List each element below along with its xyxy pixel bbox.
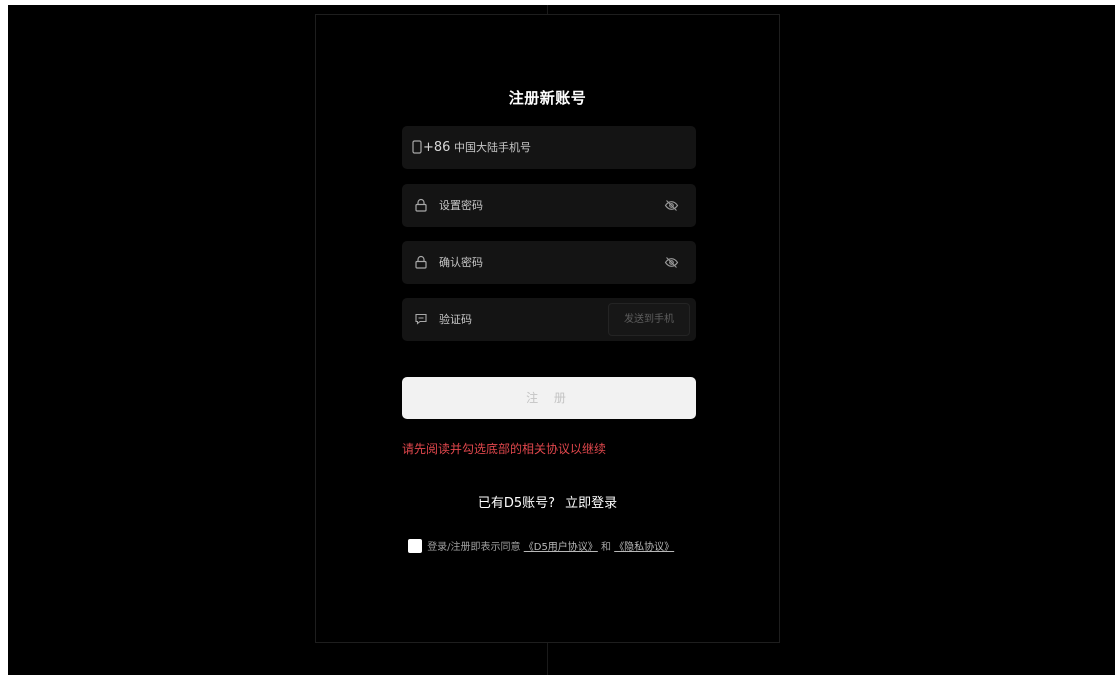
- user-agreement-link[interactable]: 《D5用户协议》: [524, 542, 598, 553]
- lock-icon: [414, 198, 428, 212]
- eye-off-icon[interactable]: [664, 255, 679, 270]
- eye-off-icon[interactable]: [664, 198, 679, 213]
- agreement-text: 登录/注册即表示同意: [427, 542, 521, 553]
- register-button[interactable]: 注 册: [402, 377, 696, 419]
- agreement-and: 和: [601, 542, 611, 553]
- password-placeholder: 设置密码: [439, 199, 483, 212]
- lock-icon: [414, 255, 428, 269]
- verification-code-placeholder: 验证码: [439, 313, 472, 326]
- login-prompt: 已有D5账号? 立即登录: [316, 492, 779, 511]
- page-title: 注册新账号: [508, 89, 587, 107]
- agreement-checkbox[interactable]: [408, 538, 422, 553]
- phone-icon: [412, 140, 422, 154]
- agreement-error-message: 请先阅读并勾选底部的相关协议以继续: [402, 442, 607, 456]
- login-link[interactable]: 立即登录: [565, 496, 617, 511]
- confirm-password-field[interactable]: 确认密码: [402, 241, 696, 284]
- register-panel: 注册新账号 +86 中国大陆手机号 设置密码 确认密码 验证码 发送到手机 注 …: [315, 14, 780, 643]
- password-field[interactable]: 设置密码: [402, 184, 696, 227]
- privacy-agreement-link[interactable]: 《隐私协议》: [614, 542, 674, 553]
- agreement-row: 登录/注册即表示同意 《D5用户协议》 和 《隐私协议》: [408, 538, 674, 554]
- phone-placeholder: 中国大陆手机号: [454, 141, 531, 154]
- phone-field[interactable]: +86 中国大陆手机号: [402, 126, 696, 169]
- send-code-button[interactable]: 发送到手机: [608, 303, 690, 336]
- country-code[interactable]: +86: [423, 126, 450, 169]
- message-icon: [414, 312, 428, 326]
- verification-code-field[interactable]: 验证码 发送到手机: [402, 298, 696, 341]
- login-question: 已有D5账号?: [477, 496, 556, 511]
- page-backdrop: 注册新账号 +86 中国大陆手机号 设置密码 确认密码 验证码 发送到手机 注 …: [8, 5, 1115, 675]
- confirm-password-placeholder: 确认密码: [439, 256, 483, 269]
